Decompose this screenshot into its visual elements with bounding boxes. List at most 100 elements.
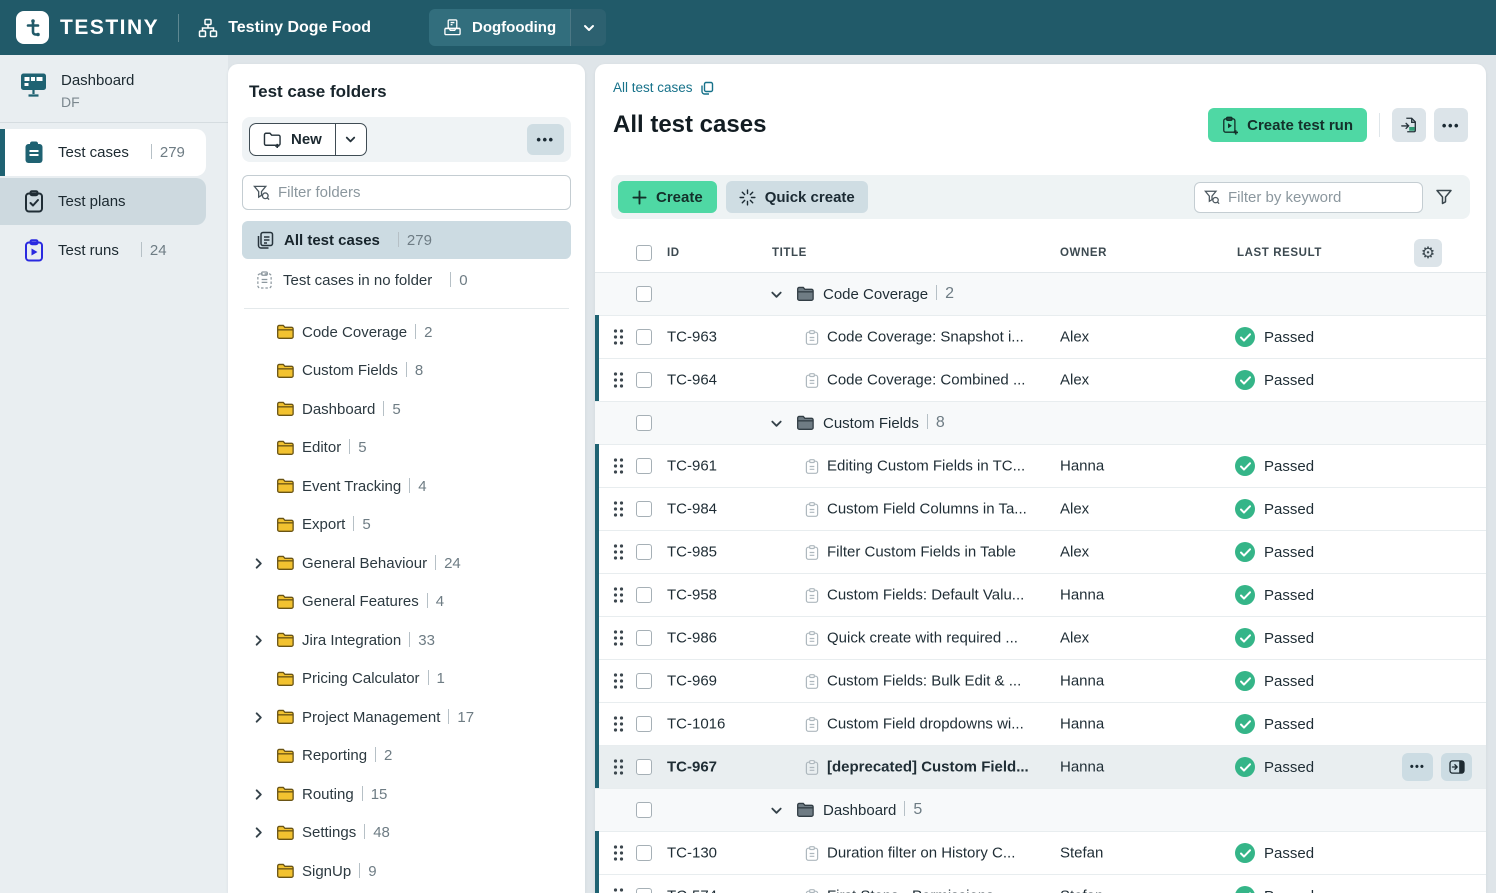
chevron-down-icon[interactable]	[770, 804, 796, 817]
project-selector[interactable]: Dogfooding	[429, 9, 606, 46]
test-case-id[interactable]: TC-969	[667, 673, 717, 690]
column-settings-button[interactable]: ⚙	[1414, 239, 1442, 267]
new-folder-button[interactable]: New	[250, 124, 335, 155]
test-case-row[interactable]: TC-967 [deprecated] Custom Field... Hann…	[595, 746, 1486, 789]
folder-tree-item[interactable]: Export 5	[242, 506, 571, 545]
test-case-id[interactable]: TC-986	[667, 630, 717, 647]
test-case-title[interactable]: Editing Custom Fields in TC...	[827, 458, 1025, 475]
test-case-row[interactable]: TC-984 Custom Field Columns in Ta... Ale…	[595, 488, 1486, 531]
column-header-id[interactable]: ID	[667, 247, 680, 259]
folder-tree-item[interactable]: Settings 48	[242, 814, 571, 853]
drag-handle[interactable]	[613, 587, 624, 604]
sidebar-item-test-plans[interactable]: Test plans	[0, 178, 206, 225]
test-case-title[interactable]: Duration filter on History C...	[827, 845, 1015, 862]
chevron-down-icon[interactable]	[770, 417, 796, 430]
test-case-id[interactable]: TC-985	[667, 544, 717, 561]
group-checkbox[interactable]	[636, 415, 652, 431]
drag-handle[interactable]	[613, 544, 624, 561]
folder-tree-item[interactable]: Custom Fields 8	[242, 352, 571, 391]
chevron-right-icon[interactable]	[252, 634, 276, 647]
folder-tree-item[interactable]: Routing 15	[242, 775, 571, 814]
project-selector-caret[interactable]	[570, 9, 606, 46]
folders-more-button[interactable]: •••	[527, 124, 564, 155]
sidebar-item-test-cases[interactable]: Test cases 279	[0, 129, 206, 176]
test-case-row[interactable]: TC-963 Code Coverage: Snapshot i... Alex…	[595, 316, 1486, 359]
test-case-id[interactable]: TC-963	[667, 329, 717, 346]
folder-tree-item[interactable]: Project Management 17	[242, 698, 571, 737]
test-case-title[interactable]: Custom Fields: Bulk Edit & ...	[827, 673, 1021, 690]
row-checkbox[interactable]	[636, 329, 652, 345]
test-case-id[interactable]: TC-574	[667, 888, 717, 893]
folder-tree-item[interactable]: Code Coverage 2	[242, 313, 571, 352]
organization-switcher[interactable]: Testiny Doge Food	[198, 18, 371, 38]
row-checkbox[interactable]	[636, 372, 652, 388]
row-checkbox[interactable]	[636, 501, 652, 517]
test-case-row[interactable]: TC-969 Custom Fields: Bulk Edit & ... Ha…	[595, 660, 1486, 703]
test-case-title[interactable]: First Steps - Permissions	[827, 888, 994, 893]
sidebar-item-dashboard[interactable]: Dashboard DF	[0, 55, 228, 122]
chevron-right-icon[interactable]	[252, 711, 276, 724]
test-case-row[interactable]: TC-958 Custom Fields: Default Valu... Ha…	[595, 574, 1486, 617]
drag-handle[interactable]	[613, 845, 624, 862]
column-header-title[interactable]: TITLE	[772, 247, 807, 259]
test-case-id[interactable]: TC-984	[667, 501, 717, 518]
drag-handle[interactable]	[613, 372, 624, 389]
breadcrumb[interactable]: All test cases	[613, 80, 1486, 95]
column-header-last-result[interactable]: LAST RESULT	[1237, 247, 1322, 259]
test-case-id[interactable]: TC-961	[667, 458, 717, 475]
group-checkbox[interactable]	[636, 286, 652, 302]
drag-handle[interactable]	[613, 458, 624, 475]
new-folder-caret[interactable]	[335, 124, 366, 155]
folder-tree-item[interactable]: Editor 5	[242, 429, 571, 468]
breadcrumb-label[interactable]: All test cases	[613, 80, 693, 95]
test-case-row[interactable]: TC-964 Code Coverage: Combined ... Alex …	[595, 359, 1486, 402]
folder-tree-item[interactable]: Event Tracking 4	[242, 467, 571, 506]
test-case-id[interactable]: TC-1016	[667, 716, 725, 733]
test-case-id[interactable]: TC-967	[667, 759, 717, 776]
drag-handle[interactable]	[613, 630, 624, 647]
row-open-details-button[interactable]	[1441, 753, 1472, 781]
folder-tree-item[interactable]: Reporting 2	[242, 737, 571, 776]
row-checkbox[interactable]	[636, 759, 652, 775]
test-case-title[interactable]: Custom Fields: Default Valu...	[827, 587, 1024, 604]
chevron-right-icon[interactable]	[252, 826, 276, 839]
drag-handle[interactable]	[613, 759, 624, 776]
all-test-cases-folder[interactable]: All test cases 279	[242, 221, 571, 259]
row-checkbox[interactable]	[636, 716, 652, 732]
test-case-id[interactable]: TC-958	[667, 587, 717, 604]
sidebar-item-test-runs[interactable]: Test runs 24	[0, 227, 206, 274]
brand-name[interactable]: TESTINY	[60, 16, 159, 40]
create-test-run-button[interactable]: Create test run	[1208, 108, 1367, 142]
testiny-logo-icon[interactable]	[16, 11, 49, 44]
table-group-row[interactable]: Code Coverage 2	[595, 273, 1486, 316]
row-checkbox[interactable]	[636, 630, 652, 646]
row-checkbox[interactable]	[636, 845, 652, 861]
folder-tree-item[interactable]: Dashboard 5	[242, 390, 571, 429]
test-case-title[interactable]: Code Coverage: Snapshot i...	[827, 329, 1024, 346]
column-header-owner[interactable]: OWNER	[1060, 247, 1107, 259]
test-case-row[interactable]: TC-961 Editing Custom Fields in TC... Ha…	[595, 445, 1486, 488]
quick-create-button[interactable]: Quick create	[726, 181, 868, 213]
row-checkbox[interactable]	[636, 458, 652, 474]
table-group-row[interactable]: Custom Fields 8	[595, 402, 1486, 445]
test-case-row[interactable]: TC-985 Filter Custom Fields in Table Ale…	[595, 531, 1486, 574]
test-case-id[interactable]: TC-964	[667, 372, 717, 389]
drag-handle[interactable]	[613, 501, 624, 518]
row-checkbox[interactable]	[636, 587, 652, 603]
test-case-title[interactable]: Code Coverage: Combined ...	[827, 372, 1025, 389]
folder-tree-item[interactable]: SignUp 9	[242, 852, 571, 891]
test-case-row[interactable]: TC-574 First Steps - Permissions Stefan …	[595, 875, 1486, 893]
drag-handle[interactable]	[613, 329, 624, 346]
test-case-row[interactable]: TC-130 Duration filter on History C... S…	[595, 832, 1486, 875]
folder-tree-item[interactable]: Jira Integration 33	[242, 621, 571, 660]
chevron-right-icon[interactable]	[252, 788, 276, 801]
test-case-row[interactable]: TC-986 Quick create with required ... Al…	[595, 617, 1486, 660]
group-checkbox[interactable]	[636, 802, 652, 818]
create-button[interactable]: Create	[618, 181, 717, 213]
test-case-title[interactable]: [deprecated] Custom Field...	[827, 759, 1029, 776]
chevron-right-icon[interactable]	[252, 557, 276, 570]
folder-tree-item[interactable]: General Features 4	[242, 583, 571, 622]
row-more-button[interactable]: •••	[1402, 753, 1433, 781]
drag-handle[interactable]	[613, 673, 624, 690]
test-case-title[interactable]: Custom Field Columns in Ta...	[827, 501, 1027, 518]
